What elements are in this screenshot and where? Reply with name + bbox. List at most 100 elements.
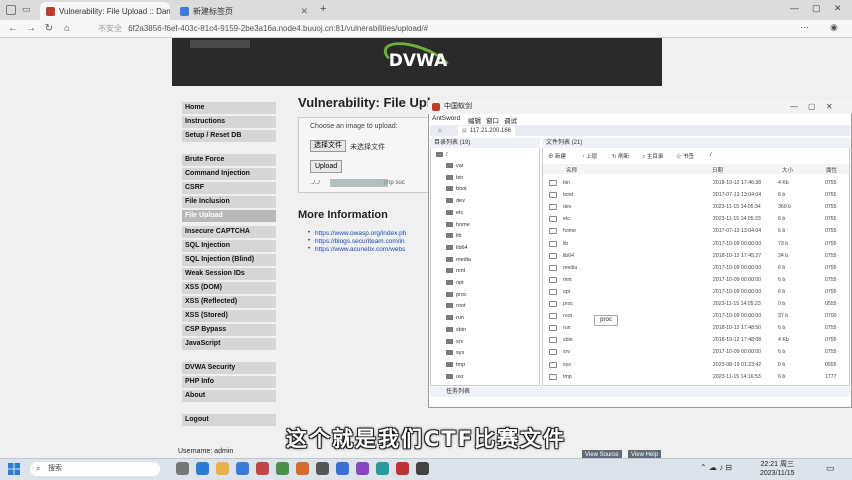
- file-row[interactable]: root 2017-10-09 00:00:00 37 b 0700: [543, 311, 849, 322]
- menu-file-inclusion[interactable]: File Inclusion: [182, 196, 276, 208]
- app-icon[interactable]: [376, 462, 389, 475]
- maximize-icon[interactable]: ▢: [812, 3, 821, 14]
- ant-menu-debug[interactable]: 调试: [504, 115, 517, 125]
- tree-item[interactable]: opt: [446, 280, 464, 286]
- menu-insecure-captcha[interactable]: Insecure CAPTCHA: [182, 226, 276, 238]
- app-icon[interactable]: [416, 462, 429, 475]
- task-view-icon[interactable]: [176, 462, 189, 475]
- tab-new-tab[interactable]: 新建标签页 ✕: [174, 2, 314, 20]
- menu-about[interactable]: About: [182, 390, 276, 402]
- file-row[interactable]: home 2017-07-13 13:04:04 6 b 0755: [543, 226, 849, 237]
- toolbar-path-input[interactable]: /: [710, 152, 712, 158]
- taskbar-search-box[interactable]: ⌕ 搜索: [30, 462, 160, 476]
- toolbar-up-button[interactable]: ↑ 上层: [582, 152, 597, 160]
- tree-item[interactable]: sys: [446, 350, 464, 356]
- menu-csrf[interactable]: CSRF: [182, 182, 276, 194]
- tray-icons[interactable]: ⌃ ☁ ♪ ⊟: [700, 463, 732, 472]
- file-explorer-icon[interactable]: [216, 462, 229, 475]
- antsword-taskbar-icon[interactable]: [396, 462, 409, 475]
- reload-icon[interactable]: ↻: [42, 22, 56, 36]
- toolbar-refresh-button[interactable]: ↻ 刷新: [612, 152, 629, 160]
- app-icon[interactable]: [276, 462, 289, 475]
- menu-xss-dom[interactable]: XSS (DOM): [182, 282, 276, 294]
- tree-item[interactable]: etc: [446, 210, 463, 216]
- url-field[interactable]: 不安全 6f2a3856-f6ef-403c-81c4-9159-2be3a16…: [86, 22, 766, 36]
- tree-item[interactable]: lib: [446, 233, 462, 239]
- tree-item[interactable]: root: [446, 303, 465, 309]
- menu-weak-session-ids[interactable]: Weak Session IDs: [182, 268, 276, 280]
- file-row[interactable]: boot 2017-07-13 13:04:04 6 b 0755: [543, 190, 849, 201]
- choose-file-button[interactable]: 选择文件: [310, 140, 346, 152]
- store-icon[interactable]: [236, 462, 249, 475]
- tree-item[interactable]: home: [446, 222, 470, 228]
- menu-xss-stored[interactable]: XSS (Stored): [182, 310, 276, 322]
- tree-item[interactable]: boot: [446, 186, 467, 192]
- app-icon[interactable]: [356, 462, 369, 475]
- menu-home[interactable]: Home: [182, 102, 276, 114]
- tree-item[interactable]: run: [446, 315, 464, 321]
- file-row[interactable]: proc 2023-11-15 14:05:23 0 b 0555: [543, 299, 849, 310]
- menu-sql-injection[interactable]: SQL Injection: [182, 240, 276, 252]
- tree-item[interactable]: bin: [446, 175, 463, 181]
- close-window-icon[interactable]: ✕: [834, 3, 842, 14]
- app-icon[interactable]: [256, 462, 269, 475]
- windows-start-icon[interactable]: [8, 463, 20, 475]
- column-size[interactable]: 大小: [782, 166, 793, 174]
- close-tab-icon[interactable]: ✕: [300, 6, 308, 17]
- new-tab-plus-icon[interactable]: +: [320, 3, 326, 15]
- menu-command-injection[interactable]: Command Injection: [182, 168, 276, 180]
- tab-file-upload[interactable]: Vulnerability: File Upload :: Dan ✕: [40, 2, 170, 20]
- taskbar-clock[interactable]: 22:21 周三 2023/11/15: [760, 460, 795, 478]
- ant-minimize-icon[interactable]: —: [790, 102, 798, 111]
- ant-tab-home[interactable]: ⌂: [434, 126, 446, 136]
- link-owasp[interactable]: https://www.owasp.org/index.ph: [315, 230, 406, 237]
- file-row[interactable]: run 2018-10-12 17:48:50 6 b 0755: [543, 323, 849, 334]
- menu-setup[interactable]: Setup / Reset DB: [182, 130, 276, 142]
- menu-brute-force[interactable]: Brute Force: [182, 154, 276, 166]
- notification-icon[interactable]: ▭: [826, 463, 835, 474]
- ant-tab-target[interactable]: ▤ 117.21.200.166: [458, 126, 515, 136]
- menu-csp-bypass[interactable]: CSP Bypass: [182, 324, 276, 336]
- home-icon[interactable]: ⌂: [60, 22, 74, 36]
- link-acunetix[interactable]: https://www.acunetix.com/webs: [315, 246, 405, 253]
- file-row[interactable]: opt 2017-10-09 00:00:00 6 b 0755: [543, 287, 849, 298]
- column-attr[interactable]: 属性: [826, 166, 837, 174]
- tree-item[interactable]: srv: [446, 339, 463, 345]
- tab-actions-icon[interactable]: ▭: [22, 4, 31, 15]
- file-row[interactable]: etc 2023-11-15 14:05:23 6 b 0755: [543, 214, 849, 225]
- menu-instructions[interactable]: Instructions: [182, 116, 276, 128]
- forward-arrow-icon[interactable]: →: [24, 22, 38, 36]
- tree-root[interactable]: /: [436, 152, 448, 158]
- tree-item[interactable]: sbin: [446, 327, 466, 333]
- app-icon[interactable]: [336, 462, 349, 475]
- file-row[interactable]: sys 2023-08-19 01:23:42 0 b 0555: [543, 360, 849, 371]
- column-name[interactable]: 名称: [566, 166, 577, 174]
- ant-close-icon[interactable]: ✕: [826, 102, 833, 111]
- file-row[interactable]: dev 2023-11-15 14:05:34 360 b 0755: [543, 202, 849, 213]
- menu-javascript[interactable]: JavaScript: [182, 338, 276, 350]
- toolbar-home-button[interactable]: ⌂ 主目录: [642, 152, 663, 160]
- file-row[interactable]: bin 2018-10-12 17:46:38 4 Kb 0755: [543, 178, 849, 189]
- tree-item[interactable]: usr: [446, 374, 464, 380]
- toolbar-new-button[interactable]: ⊕ 新建: [548, 152, 566, 160]
- edge-icon[interactable]: [196, 462, 209, 475]
- profile-icon[interactable]: ◉: [830, 22, 838, 33]
- file-row[interactable]: tmp 2023-11-15 14:16:53 6 b 1777: [543, 372, 849, 383]
- menu-xss-reflected[interactable]: XSS (Reflected): [182, 296, 276, 308]
- menu-php-info[interactable]: PHP Info: [182, 376, 276, 388]
- file-row[interactable]: mnt 2017-10-09 00:00:00 6 b 0755: [543, 275, 849, 286]
- file-row[interactable]: srv 2017-10-09 00:00:00 6 b 0755: [543, 347, 849, 358]
- file-row[interactable]: sbin 2018-10-12 17:48:08 4 Kb 0755: [543, 335, 849, 346]
- menu-sql-injection-blind[interactable]: SQL Injection (Blind): [182, 254, 276, 266]
- terminal-icon[interactable]: [316, 462, 329, 475]
- link-securiteam[interactable]: https://blogs.securiteam.com/in: [315, 238, 405, 245]
- tree-item[interactable]: var: [446, 163, 464, 169]
- toolbar-bookmark-button[interactable]: ☆ 书签: [676, 152, 694, 160]
- workspace-icon[interactable]: [6, 5, 16, 15]
- menu-file-upload[interactable]: File Upload: [182, 210, 276, 222]
- tree-item[interactable]: proc: [446, 292, 467, 298]
- back-arrow-icon[interactable]: ←: [6, 22, 20, 36]
- file-row[interactable]: lib64 2018-10-12 17:45:27 34 b 0755: [543, 251, 849, 262]
- ant-maximize-icon[interactable]: ▢: [808, 102, 816, 111]
- tree-item[interactable]: media: [446, 257, 471, 263]
